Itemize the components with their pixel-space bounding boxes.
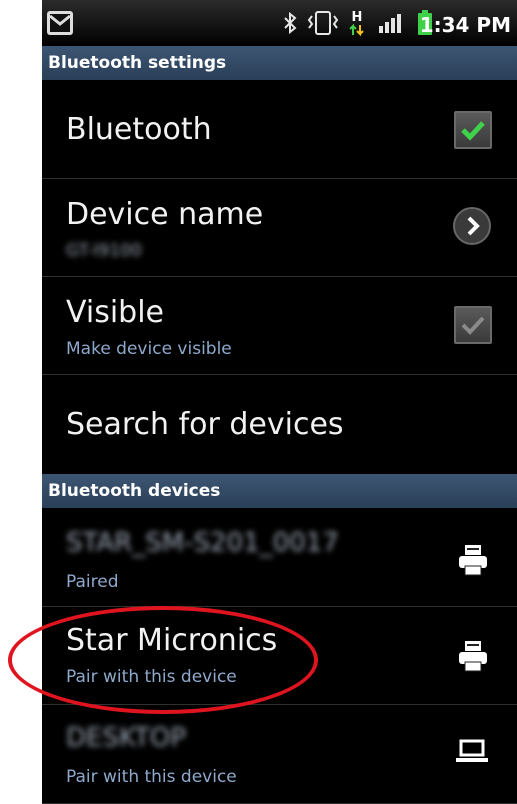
visible-row[interactable]: Visible Make device visible: [42, 277, 517, 375]
bluetooth-toggle-row[interactable]: Bluetooth: [42, 80, 517, 179]
device-list-item[interactable]: DESKTOP Pair with this device: [42, 705, 517, 804]
data-activity-icon: H: [348, 0, 366, 46]
device-name: DESKTOP: [66, 723, 187, 753]
search-devices-row[interactable]: Search for devices: [42, 375, 517, 474]
visible-checkbox[interactable]: [454, 306, 492, 344]
device-name: STAR_SM-S201_0017: [66, 528, 339, 558]
search-devices-label: Search for devices: [66, 407, 344, 442]
device-name-value: GT-I9100: [66, 241, 142, 261]
network-type-text: H: [351, 9, 363, 25]
bluetooth-icon: [282, 0, 298, 46]
chevron-right-icon[interactable]: [452, 206, 492, 250]
device-list-item[interactable]: STAR_SM-S201_0017 Paired: [42, 508, 517, 607]
section-header-bluetooth-settings: Bluetooth settings: [42, 46, 517, 80]
device-status: Paired: [66, 572, 119, 592]
bluetooth-checkbox[interactable]: [454, 111, 492, 149]
status-time: 1:34 PM: [419, 13, 511, 37]
checkmark-icon: [461, 121, 485, 141]
section-header-bluetooth-devices: Bluetooth devices: [42, 474, 517, 508]
highlight-ellipse: [8, 606, 318, 714]
bluetooth-label: Bluetooth: [66, 112, 212, 147]
status-bar: H 1:34 PM: [42, 0, 517, 46]
device-name-row[interactable]: Device name GT-I9100: [42, 179, 517, 277]
device-name-label: Device name: [66, 197, 264, 232]
device-status: Pair with this device: [66, 767, 237, 787]
signal-icon: [378, 0, 404, 46]
visible-label: Visible: [66, 295, 164, 330]
printer-icon: [457, 639, 489, 677]
vibrate-icon: [306, 0, 340, 46]
visible-summary: Make device visible: [66, 339, 232, 359]
checkmark-icon: [461, 316, 485, 335]
printer-icon: [457, 543, 489, 581]
laptop-icon: [455, 738, 489, 768]
notification-icon[interactable]: [46, 0, 74, 46]
